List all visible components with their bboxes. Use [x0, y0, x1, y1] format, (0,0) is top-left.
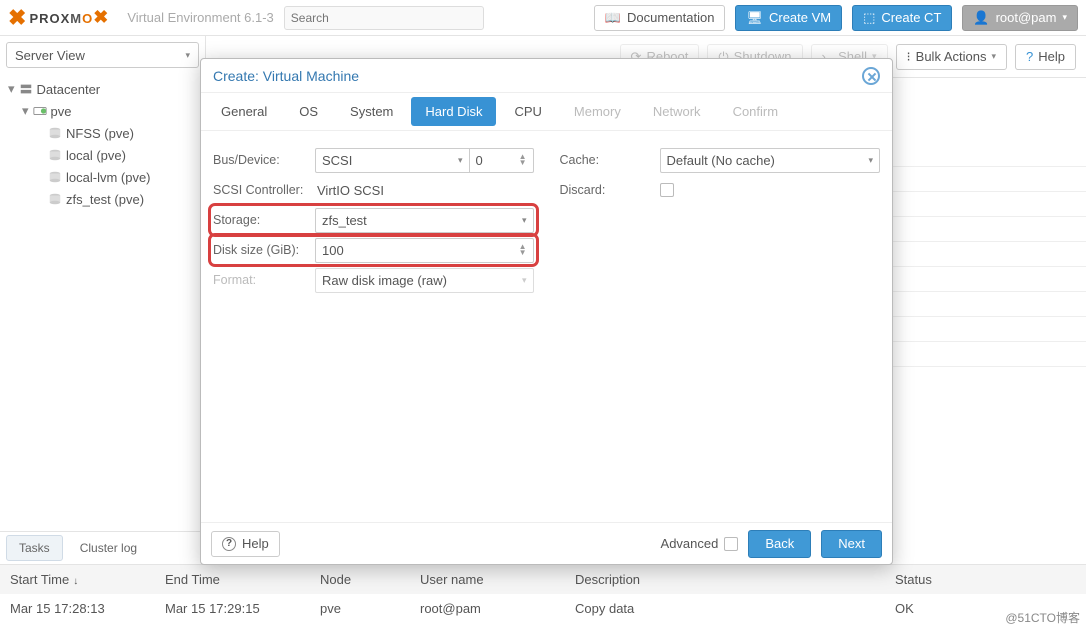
disk-size-spinner[interactable]: 100▲▼	[315, 238, 534, 263]
bottom-tabs: Tasks Cluster log	[0, 531, 205, 564]
env-label: Virtual Environment 6.1-3	[127, 10, 273, 25]
disk-icon	[48, 126, 62, 140]
tree-storage[interactable]: NFSS (pve)	[0, 122, 205, 144]
view-selector[interactable]: Server View ▾	[6, 42, 199, 68]
chevron-down-icon: ▾	[991, 51, 996, 62]
bolt-icon: ⁝	[907, 49, 911, 65]
tab-confirm: Confirm	[719, 97, 793, 126]
disk-icon	[48, 148, 62, 162]
user-menu-button[interactable]: 👤 root@pam ▾	[962, 5, 1078, 31]
col-start[interactable]: Start Time↓	[0, 572, 155, 587]
field-storage-highlight: Storage: zfs_test▾	[210, 205, 537, 235]
watermark: @51CTO博客	[1005, 609, 1080, 626]
tree-storage[interactable]: local-lvm (pve)	[0, 166, 205, 188]
col-desc[interactable]: Description	[565, 572, 885, 587]
tab-tasks[interactable]: Tasks	[6, 535, 63, 561]
advanced-toggle[interactable]: Advanced	[661, 536, 739, 551]
tab-os[interactable]: OS	[285, 97, 332, 126]
tab-memory: Memory	[560, 97, 635, 126]
documentation-button[interactable]: 📖 Documentation	[594, 5, 726, 31]
task-log-header: Start Time↓ End Time Node User name Desc…	[0, 564, 1086, 594]
chevron-down-icon: ▾	[185, 50, 190, 61]
spinner-icon: ▲▼	[519, 154, 527, 166]
disk-icon	[48, 170, 62, 184]
create-vm-dialog: Create: Virtual Machine General OS Syste…	[200, 58, 893, 565]
sidebar: Server View ▾ ▾ Datacenter ▾ pve NFSS (p…	[0, 36, 206, 564]
top-bar: ✖ PROXMO✖ Virtual Environment 6.1-3 📖 Do…	[0, 0, 1086, 36]
tab-cpu[interactable]: CPU	[500, 97, 555, 126]
node-help-button[interactable]: ?Help	[1015, 44, 1076, 70]
field-disk-size-highlight: Disk size (GiB): 100▲▼	[210, 235, 537, 265]
tab-system[interactable]: System	[336, 97, 407, 126]
tab-hard-disk[interactable]: Hard Disk	[411, 97, 496, 126]
tab-cluster-log[interactable]: Cluster log	[67, 535, 150, 561]
resource-tree: ▾ Datacenter ▾ pve NFSS (pve) local (pve…	[0, 74, 205, 531]
create-vm-button[interactable]: 🖥 Create VM	[735, 5, 842, 31]
tree-storage[interactable]: zfs_test (pve)	[0, 188, 205, 210]
col-end[interactable]: End Time	[155, 572, 310, 587]
tab-network: Network	[639, 97, 715, 126]
field-format: Format: Raw disk image (raw)▾	[213, 265, 534, 295]
bus-index-spinner[interactable]: 0▲▼	[470, 148, 534, 173]
node-icon	[33, 104, 47, 118]
disk-icon	[48, 192, 62, 206]
search-input[interactable]	[284, 6, 484, 30]
sort-down-icon: ↓	[73, 576, 78, 587]
back-button[interactable]: Back	[748, 530, 811, 558]
tree-node-pve[interactable]: ▾ pve	[0, 100, 205, 122]
collapse-icon: ▾	[22, 103, 29, 119]
dialog-help-button[interactable]: ? Help	[211, 531, 280, 557]
dialog-title: Create: Virtual Machine	[213, 68, 359, 84]
monitor-icon: 🖥	[746, 10, 763, 26]
field-bus-device: Bus/Device: SCSI▾ 0▲▼	[213, 145, 534, 175]
dialog-titlebar: Create: Virtual Machine	[201, 59, 892, 93]
create-ct-button[interactable]: ⬚ Create CT	[852, 5, 952, 31]
server-icon	[19, 82, 33, 96]
bulk-actions-button[interactable]: ⁝Bulk Actions▾	[896, 44, 1008, 70]
cube-icon: ⬚	[863, 10, 875, 26]
chevron-down-icon: ▾	[868, 155, 873, 166]
next-button[interactable]: Next	[821, 530, 882, 558]
chevron-down-icon: ▾	[458, 155, 463, 166]
dialog-footer: ? Help Advanced Back Next	[201, 522, 892, 564]
bus-select[interactable]: SCSI▾	[315, 148, 470, 173]
advanced-checkbox[interactable]	[724, 537, 738, 551]
wizard-tabs: General OS System Hard Disk CPU Memory N…	[201, 93, 892, 131]
help-icon: ?	[1026, 49, 1033, 64]
help-icon: ?	[222, 537, 236, 551]
scsi-controller-value: VirtIO SCSI	[315, 183, 384, 198]
spinner-icon: ▲▼	[519, 244, 527, 256]
cache-select[interactable]: Default (No cache)▾	[660, 148, 881, 173]
storage-select[interactable]: zfs_test▾	[315, 208, 534, 233]
field-cache: Cache: Default (No cache)▾	[560, 145, 881, 175]
col-status[interactable]: Status	[885, 572, 1086, 587]
col-node[interactable]: Node	[310, 572, 410, 587]
tree-datacenter[interactable]: ▾ Datacenter	[0, 78, 205, 100]
col-user[interactable]: User name	[410, 572, 565, 587]
chevron-down-icon: ▾	[522, 275, 527, 286]
format-select: Raw disk image (raw)▾	[315, 268, 534, 293]
task-row[interactable]: Mar 15 17:28:13 Mar 15 17:29:15 pve root…	[0, 594, 1086, 622]
discard-checkbox[interactable]	[660, 183, 674, 197]
field-scsi-controller: SCSI Controller: VirtIO SCSI	[213, 175, 534, 205]
logo-x-icon: ✖	[8, 5, 27, 31]
dialog-body: Bus/Device: SCSI▾ 0▲▼ SCSI Controller: V…	[201, 131, 892, 522]
field-discard: Discard:	[560, 175, 881, 205]
chevron-down-icon: ▾	[522, 215, 527, 226]
chevron-down-icon: ▾	[1062, 12, 1067, 23]
book-icon: 📖	[605, 10, 621, 26]
tree-storage[interactable]: local (pve)	[0, 144, 205, 166]
close-icon[interactable]	[862, 67, 880, 85]
logo: ✖ PROXMO✖	[8, 5, 109, 31]
collapse-icon: ▾	[8, 81, 15, 97]
user-icon: 👤	[973, 10, 989, 26]
tab-general[interactable]: General	[207, 97, 281, 126]
